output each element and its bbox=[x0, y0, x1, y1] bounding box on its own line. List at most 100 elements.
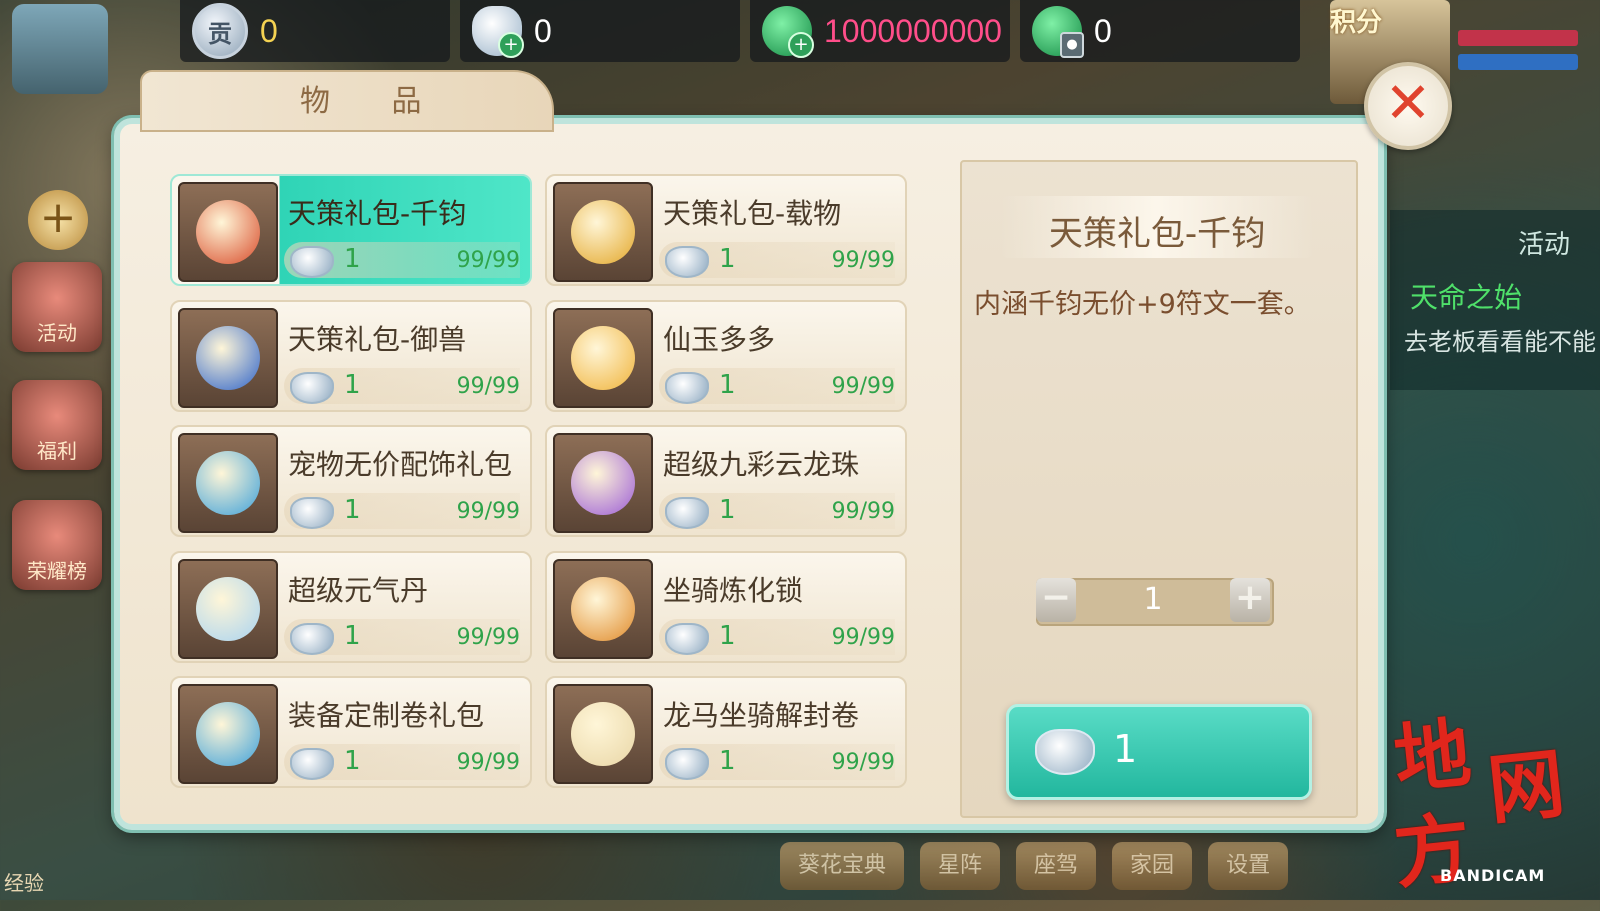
item-card[interactable]: 装备定制卷礼包 1 99/99 bbox=[170, 676, 532, 788]
map-button[interactable] bbox=[12, 4, 108, 94]
item-price: 1 bbox=[719, 244, 736, 274]
item-icon-frame bbox=[553, 684, 653, 784]
item-name: 装备定制卷礼包 bbox=[288, 699, 485, 732]
item-name: 天策礼包-千钧 bbox=[288, 197, 467, 230]
bottom-menu-item[interactable]: 星阵 bbox=[920, 842, 1001, 890]
item-name: 天策礼包-御兽 bbox=[288, 323, 467, 356]
item-card[interactable]: 天策礼包-御兽 1 99/99 bbox=[170, 300, 532, 412]
item-card[interactable]: 龙马坐骑解封卷 1 99/99 bbox=[545, 676, 907, 788]
item-stock: 99/99 bbox=[456, 750, 520, 775]
item-stock: 99/99 bbox=[456, 625, 520, 650]
jade-plus-icon[interactable]: + bbox=[762, 6, 814, 58]
quest-tab[interactable]: 活动 bbox=[1518, 224, 1570, 261]
left-nav: + 活动 福利 荣耀榜 经验 bbox=[0, 0, 110, 900]
silver-ingot-icon bbox=[290, 372, 334, 404]
silver-ingot-icon bbox=[665, 372, 709, 404]
score-label[interactable]: 积分 bbox=[1330, 2, 1410, 62]
nav-activity-label: 活动 bbox=[37, 321, 77, 345]
nav-welfare-label: 福利 bbox=[37, 439, 77, 463]
item-price: 1 bbox=[719, 746, 736, 776]
item-price: 1 bbox=[344, 370, 361, 400]
item-price: 1 bbox=[719, 495, 736, 525]
treasure-bag-icon bbox=[571, 326, 635, 390]
nav-welfare-button[interactable]: 福利 bbox=[12, 380, 102, 470]
item-price: 1 bbox=[344, 621, 361, 651]
mp-bar bbox=[1458, 54, 1578, 70]
item-name: 仙玉多多 bbox=[663, 323, 776, 356]
item-name: 超级元气丹 bbox=[288, 574, 429, 607]
item-card[interactable]: 天策礼包-载物 1 99/99 bbox=[545, 174, 907, 286]
hp-bar bbox=[1458, 30, 1578, 46]
item-stock: 99/99 bbox=[456, 374, 520, 399]
silver-ingot-icon bbox=[665, 748, 709, 780]
item-icon-frame bbox=[553, 308, 653, 408]
item-price: 1 bbox=[344, 244, 361, 274]
quantity-plus-button[interactable]: + bbox=[1230, 578, 1270, 622]
expand-plus-button[interactable]: + bbox=[28, 190, 88, 250]
jade-locked-icon: ● bbox=[1032, 6, 1084, 58]
item-icon-frame bbox=[178, 684, 278, 784]
item-name: 龙马坐骑解封卷 bbox=[663, 699, 860, 732]
currency-contribution: 贡 0 bbox=[180, 0, 450, 62]
silver-ingot-icon bbox=[290, 497, 334, 529]
item-name: 天策礼包-载物 bbox=[663, 197, 842, 230]
item-stock: 99/99 bbox=[456, 499, 520, 524]
buy-button[interactable]: 1 bbox=[1006, 704, 1312, 800]
exp-label: 经验 bbox=[4, 871, 44, 895]
bottom-menu-item[interactable]: 设置 bbox=[1208, 842, 1289, 890]
item-name: 超级九彩云龙珠 bbox=[663, 448, 860, 481]
silver-ingot-icon bbox=[665, 246, 709, 278]
item-stock: 99/99 bbox=[831, 374, 895, 399]
scroll-gold-red-icon bbox=[571, 200, 635, 264]
item-icon-frame bbox=[553, 182, 653, 282]
close-button[interactable]: ✕ bbox=[1364, 62, 1452, 150]
jade-value: 1000000000 bbox=[824, 12, 1002, 49]
rainbow-pearl-icon bbox=[571, 451, 635, 515]
bottom-menu-item[interactable]: 家园 bbox=[1112, 842, 1193, 890]
item-name: 宠物无价配饰礼包 bbox=[288, 448, 513, 481]
item-icon-frame bbox=[178, 182, 278, 282]
item-card[interactable]: 超级九彩云龙珠 1 99/99 bbox=[545, 425, 907, 537]
item-price: 1 bbox=[344, 746, 361, 776]
item-stock: 99/99 bbox=[831, 499, 895, 524]
item-card[interactable]: 坐骑炼化锁 1 99/99 bbox=[545, 551, 907, 663]
contribution-coin-icon: 贡 bbox=[192, 3, 248, 59]
quest-panel: 活动 天命之始 去老板看看能不能 bbox=[1390, 210, 1600, 390]
quest-title[interactable]: 天命之始 bbox=[1410, 276, 1522, 316]
item-price: 1 bbox=[344, 495, 361, 525]
scroll-blue-red-icon bbox=[196, 326, 260, 390]
item-card[interactable]: 超级元气丹 1 99/99 bbox=[170, 551, 532, 663]
quantity-minus-button[interactable]: − bbox=[1036, 578, 1076, 622]
quantity-value[interactable]: 1 bbox=[1076, 582, 1230, 617]
bottom-menu-item[interactable]: 葵花宝典 bbox=[780, 842, 905, 890]
silver-ingot-icon bbox=[665, 623, 709, 655]
currency-silver: + 0 bbox=[460, 0, 740, 62]
item-icon-frame bbox=[553, 433, 653, 533]
currency-jade: + 1000000000 bbox=[750, 0, 1010, 62]
silver-ingot-icon bbox=[665, 497, 709, 529]
item-card[interactable]: 仙玉多多 1 99/99 bbox=[545, 300, 907, 412]
detail-description: 内涵千钧无价+9符文一套。 bbox=[974, 289, 1311, 320]
bottom-menu-item[interactable]: 座驾 bbox=[1016, 842, 1097, 890]
item-name: 坐骑炼化锁 bbox=[663, 574, 804, 607]
item-card[interactable]: 宠物无价配饰礼包 1 99/99 bbox=[170, 425, 532, 537]
nav-ranking-button[interactable]: 荣耀榜 bbox=[12, 500, 102, 590]
detail-title: 天策礼包-千钧 bbox=[1048, 214, 1266, 254]
item-price: 1 bbox=[719, 370, 736, 400]
silver-ingot-icon[interactable]: + bbox=[472, 6, 524, 58]
nav-activity-button[interactable]: 活动 bbox=[12, 262, 102, 352]
silver-ingot-icon bbox=[290, 748, 334, 780]
item-stock: 99/99 bbox=[456, 248, 520, 273]
item-icon-frame bbox=[178, 308, 278, 408]
item-card[interactable]: 天策礼包-千钧 1 99/99 bbox=[170, 174, 532, 286]
crystal-orb-icon bbox=[196, 577, 260, 641]
lion-head-icon bbox=[571, 577, 635, 641]
nav-ranking-label: 荣耀榜 bbox=[27, 559, 87, 583]
gift-bag-blue-icon bbox=[196, 451, 260, 515]
quest-text: 去老板看看能不能 bbox=[1404, 328, 1596, 356]
silver-ingot-icon bbox=[1035, 729, 1095, 775]
scroll-red-gold-icon bbox=[196, 200, 260, 264]
silver-ingot-icon bbox=[290, 246, 334, 278]
item-stock: 99/99 bbox=[831, 750, 895, 775]
item-icon-frame bbox=[553, 559, 653, 659]
